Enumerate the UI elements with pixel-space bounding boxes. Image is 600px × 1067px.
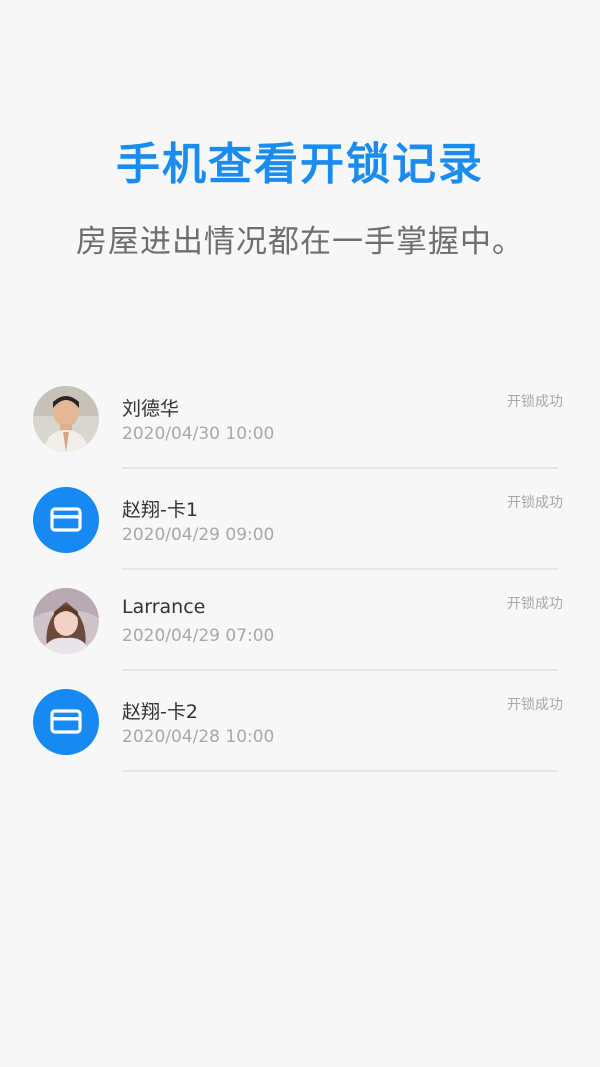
record-name: 赵翔-卡1 (122, 499, 198, 521)
avatar (33, 689, 99, 755)
page-subtitle: 房屋进出情况都在一手掌握中。 (76, 224, 524, 260)
record-status: 开锁成功 (507, 495, 563, 511)
record-item[interactable]: 赵翔-卡1 2020/04/29 09:00 开锁成功 (0, 469, 600, 570)
record-item[interactable]: Larrance 2020/04/29 07:00 开锁成功 (0, 570, 600, 671)
person-photo-icon (33, 386, 99, 452)
divider (122, 770, 558, 772)
record-time: 2020/04/28 10:00 (122, 727, 275, 747)
record-item[interactable]: 赵翔-卡2 2020/04/28 10:00 开锁成功 (0, 671, 600, 772)
record-status: 开锁成功 (507, 394, 563, 410)
record-name: Larrance (122, 596, 206, 618)
card-icon (50, 709, 82, 734)
record-name: 赵翔-卡2 (122, 701, 198, 723)
avatar (33, 386, 99, 452)
avatar (33, 487, 99, 553)
person-photo-icon (33, 588, 99, 654)
record-time: 2020/04/29 09:00 (122, 525, 275, 545)
card-icon (50, 507, 82, 532)
record-status: 开锁成功 (507, 697, 563, 713)
record-time: 2020/04/29 07:00 (122, 626, 275, 646)
page-title: 手机查看开锁记录 (116, 139, 484, 190)
record-item[interactable]: 刘德华 2020/04/30 10:00 开锁成功 (0, 368, 600, 469)
record-time: 2020/04/30 10:00 (122, 424, 275, 444)
record-name: 刘德华 (122, 398, 180, 420)
avatar (33, 588, 99, 654)
record-status: 开锁成功 (507, 596, 563, 612)
unlock-record-list: 刘德华 2020/04/30 10:00 开锁成功 赵翔-卡1 2020/04/… (0, 368, 600, 772)
